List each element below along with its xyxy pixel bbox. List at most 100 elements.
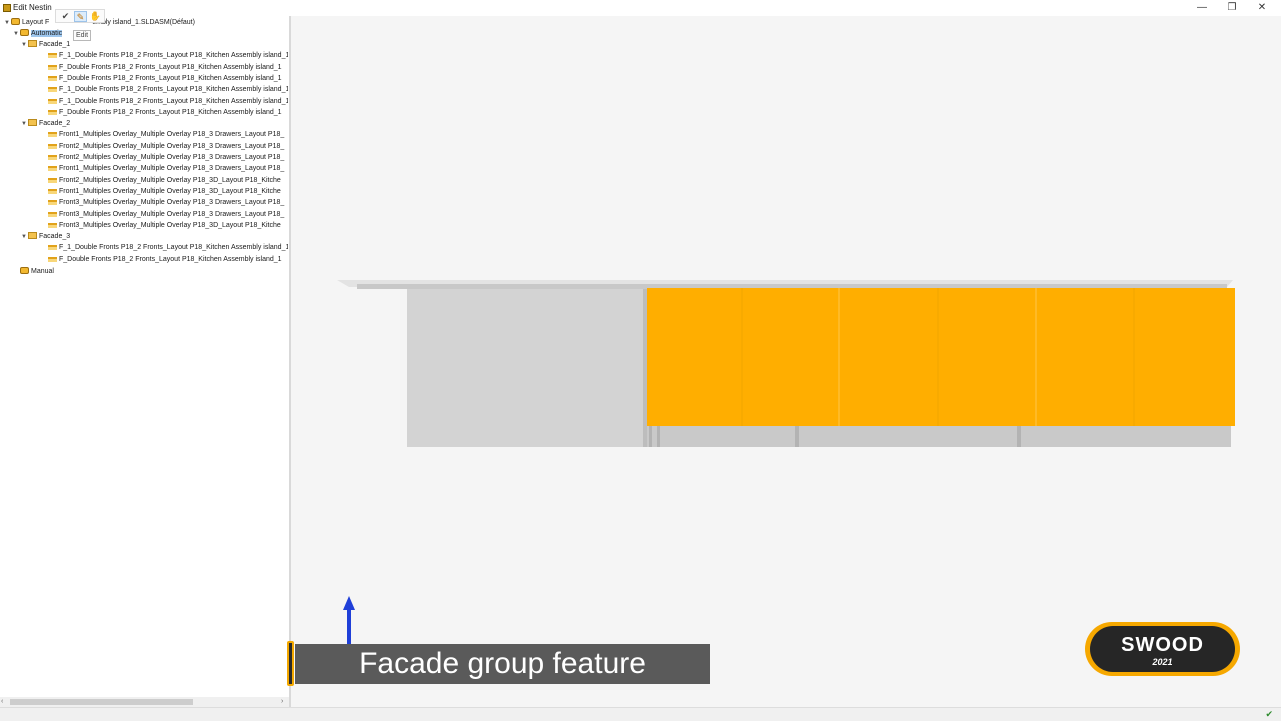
- part-label: Front2_Multiples Overlay_Multiple Overla…: [59, 142, 285, 150]
- facade-group-label: Facade_2: [39, 120, 71, 128]
- part-icon: [48, 98, 57, 104]
- part-label: Front1_Multiples Overlay_Multiple Overla…: [59, 187, 281, 195]
- part-label: Front3_Multiples Overlay_Multiple Overla…: [59, 221, 281, 229]
- chevron-down-icon[interactable]: ▼: [20, 232, 28, 242]
- part-icon: [48, 109, 57, 115]
- folder-icon: [20, 29, 29, 36]
- part-icon: [48, 222, 57, 228]
- tree-item-part[interactable]: Front1_Multiples Overlay_Multiple Overla…: [48, 186, 288, 197]
- accept-icon[interactable]: ✔: [59, 11, 72, 22]
- tree-item-part[interactable]: Front2_Multiples Overlay_Multiple Overla…: [48, 141, 288, 152]
- tree-item-automatic-label: Automatic: [31, 30, 63, 37]
- part-icon: [48, 200, 57, 206]
- cabinet-side-panel: [407, 289, 645, 447]
- part-label: F_1_Double Fronts P18_2 Fronts_Layout P1…: [59, 97, 288, 105]
- part-label: F_Double Fronts P18_2 Fronts_Layout P18_…: [59, 74, 282, 82]
- mini-toolbar: ✔ ✎ ✋: [55, 9, 105, 23]
- check-icon: ✔: [1265, 709, 1273, 719]
- plinth-leg: [795, 426, 799, 447]
- tree-item-part[interactable]: Front1_Multiples Overlay_Multiple Overla…: [48, 163, 288, 174]
- plinth-leg: [649, 426, 652, 447]
- tree-item-part[interactable]: F_Double Fronts P18_2 Fronts_Layout P18_…: [48, 107, 288, 118]
- chevron-down-icon[interactable]: ▼: [3, 18, 11, 28]
- plinth: [647, 426, 1231, 447]
- part-label: F_Double Fronts P18_2 Fronts_Layout P18_…: [59, 63, 282, 71]
- maximize-button[interactable]: ❐: [1217, 0, 1247, 16]
- tree-item-part[interactable]: Front1_Multiples Overlay_Multiple Overla…: [48, 129, 288, 140]
- part-icon: [48, 166, 57, 172]
- part-label: Front2_Multiples Overlay_Multiple Overla…: [59, 154, 285, 161]
- chevron-down-icon[interactable]: ▼: [20, 119, 28, 129]
- status-bar: ✔: [0, 707, 1281, 721]
- facade-group-label: Facade_1: [39, 41, 71, 48]
- video-caption: Facade group feature: [295, 644, 710, 684]
- tree-item-facade-group[interactable]: ▼ Facade_1: [20, 39, 70, 50]
- graphics-viewport[interactable]: [291, 16, 1281, 707]
- tree-root-label-end: embly island_1.SLDASM(Défaut): [92, 19, 195, 26]
- tree-item-part[interactable]: F_1_Double Fronts P18_2 Fronts_Layout P1…: [48, 242, 288, 253]
- tree-item-manual-label: Manual: [31, 267, 54, 275]
- tree-item-part[interactable]: F_1_Double Fronts P18_2 Fronts_Layout P1…: [48, 84, 288, 95]
- tree-item-part[interactable]: Front3_Multiples Overlay_Multiple Overla…: [48, 220, 288, 231]
- minimize-button[interactable]: —: [1187, 0, 1217, 16]
- scroll-right-arrow-icon[interactable]: ›: [281, 697, 283, 707]
- tree-item-part[interactable]: Front3_Multiples Overlay_Multiple Overla…: [48, 197, 288, 208]
- tree-item-automatic[interactable]: ▼ Automatic: [12, 28, 63, 39]
- logo-brand: SWOOD: [1121, 634, 1204, 656]
- window-title: Edit Nestin: [13, 3, 52, 12]
- title-bar: Edit Nestin — ❐ ✕: [0, 0, 1281, 16]
- tree-item-part[interactable]: F_1_Double Fronts P18_2 Fronts_Layout P1…: [48, 96, 288, 107]
- facade-group-icon: [28, 119, 37, 127]
- tree-item-manual[interactable]: Manual: [20, 266, 54, 277]
- close-button[interactable]: ✕: [1247, 0, 1277, 16]
- tree-item-part[interactable]: F_Double Fronts P18_2 Fronts_Layout P18_…: [48, 73, 288, 84]
- part-icon: [48, 132, 57, 138]
- edit-icon[interactable]: ✎: [74, 10, 87, 22]
- tooltip: Edit: [73, 30, 92, 41]
- part-icon: [48, 177, 57, 183]
- part-icon: [48, 53, 57, 59]
- part-icon: [48, 188, 57, 194]
- part-icon: [48, 211, 57, 217]
- folder-icon: [20, 266, 29, 274]
- part-label: Front3_Multiples Overlay_Multiple Overla…: [59, 199, 285, 207]
- tree-item-part[interactable]: Front2_Multiples Overlay_Multiple Overla…: [48, 175, 288, 186]
- pan-icon[interactable]: ✋: [89, 11, 102, 22]
- tree-item-part[interactable]: F_Double Fronts P18_2 Fronts_Layout P18_…: [48, 254, 288, 265]
- model-view: [337, 280, 1235, 655]
- facade-group-icon: [28, 232, 37, 240]
- tree-root-label-start: Layout F: [22, 19, 50, 26]
- tree-item-part[interactable]: F_1_Double Fronts P18_2 Fronts_Layout P1…: [48, 50, 288, 61]
- part-icon: [48, 75, 57, 81]
- tree-horizontal-scrollbar[interactable]: ‹ ›: [0, 697, 289, 707]
- part-icon: [48, 245, 57, 251]
- part-icon: [48, 143, 57, 149]
- part-label: Front3_Multiples Overlay_Multiple Overla…: [59, 210, 285, 218]
- part-label: F_1_Double Fronts P18_2 Fronts_Layout P1…: [59, 52, 288, 60]
- caption-accent: [287, 641, 294, 686]
- chevron-down-icon[interactable]: ▼: [20, 40, 28, 50]
- plinth-leg: [657, 426, 660, 447]
- tree-item-part[interactable]: Front3_Multiples Overlay_Multiple Overla…: [48, 209, 288, 220]
- cabinet-divider: [643, 289, 647, 447]
- logo-year: 2021: [1152, 657, 1173, 667]
- tree-item-part[interactable]: Front2_Multiples Overlay_Multiple Overla…: [48, 152, 288, 163]
- tree-item-facade-group[interactable]: ▼ Facade_3: [20, 231, 70, 242]
- chevron-down-icon[interactable]: ▼: [12, 29, 20, 39]
- part-label: F_1_Double Fronts P18_2 Fronts_Layout P1…: [59, 86, 288, 94]
- part-icon: [48, 155, 57, 160]
- part-label: Front1_Multiples Overlay_Multiple Overla…: [59, 131, 285, 139]
- facade-group-fronts[interactable]: [647, 288, 1235, 426]
- scroll-thumb[interactable]: [10, 699, 193, 705]
- assembly-icon: [11, 18, 20, 25]
- part-icon: [48, 64, 57, 70]
- feature-tree-panel: ▼ Layout Fembly island_1.SLDASM(Défaut) ▼…: [0, 16, 289, 697]
- tree-item-part[interactable]: F_Double Fronts P18_2 Fronts_Layout P18_…: [48, 62, 288, 73]
- part-label: F_Double Fronts P18_2 Fronts_Layout P18_…: [59, 108, 282, 116]
- part-icon: [48, 87, 57, 93]
- part-label: Front1_Multiples Overlay_Multiple Overla…: [59, 165, 285, 173]
- facade-group-icon: [28, 40, 37, 47]
- tree-item-facade-group[interactable]: ▼ Facade_2: [20, 118, 70, 129]
- scroll-left-arrow-icon[interactable]: ‹: [1, 697, 3, 707]
- part-label: Front2_Multiples Overlay_Multiple Overla…: [59, 176, 281, 184]
